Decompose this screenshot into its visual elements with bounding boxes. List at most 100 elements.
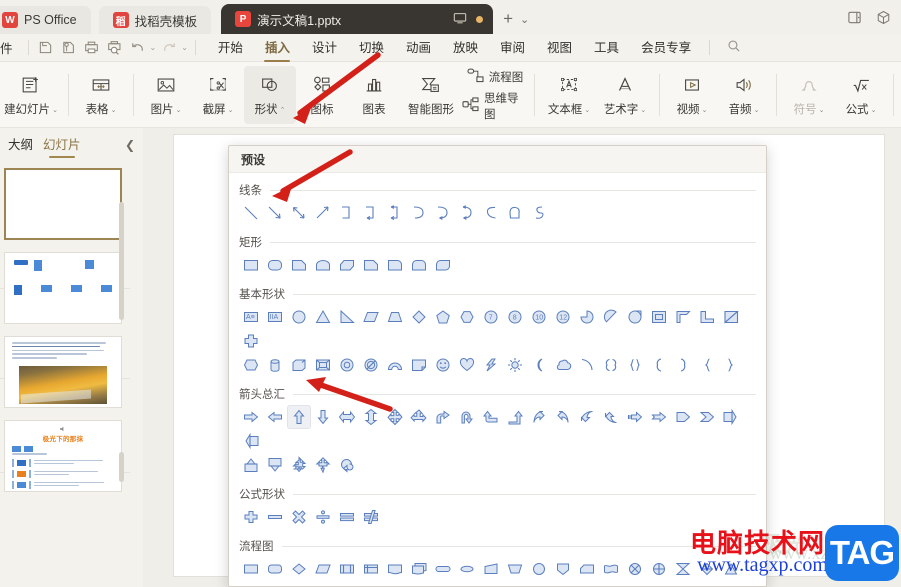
shape-regular-pentagon-plaque[interactable] [239,353,263,377]
shape-parallelogram[interactable] [359,305,383,329]
chevron-down-icon[interactable]: ⌄ [52,106,58,114]
shape-rounded-rectangle[interactable] [263,253,287,277]
shape-flowchart-terminator[interactable] [431,557,455,581]
shape-quad-arrow[interactable] [383,405,407,429]
shape-rectangle[interactable] [239,253,263,277]
ribbon-tab-tools[interactable]: 工具 [583,34,630,61]
shape-bent-up-arrow[interactable] [503,405,527,429]
shape-flowchart-manual-input[interactable] [479,557,503,581]
shape-right-brace[interactable] [719,353,743,377]
shape-octagon[interactable]: 8 [503,305,527,329]
ribbon-tab-membership[interactable]: 会员专享 [630,34,702,61]
shape-curved-arrow[interactable] [431,201,455,225]
shape-bevel[interactable] [311,353,335,377]
shape-minus-sign[interactable] [263,505,287,529]
shape-line[interactable] [239,201,263,225]
shape-multiply-sign[interactable] [287,505,311,529]
shape-left-brace[interactable] [695,353,719,377]
shape-double-bracket[interactable] [599,353,623,377]
shape-elbow-arrow[interactable] [359,201,383,225]
shape-left-right-up-arrow[interactable] [407,405,431,429]
shape-division-sign[interactable] [311,505,335,529]
shape-oval[interactable] [287,305,311,329]
shape-flowchart-punched-tape[interactable] [599,557,623,581]
shape-snip-round-single-corner-rectangle[interactable] [359,253,383,277]
video-button[interactable]: 视频 ⌄ [666,66,718,124]
shape-lightning-bolt[interactable] [479,353,503,377]
redo-icon[interactable] [159,38,179,58]
shape-quad-arrow-callout[interactable] [287,453,311,477]
shape-double-brace[interactable] [623,353,647,377]
shape-notched-right-arrow[interactable] [647,405,671,429]
shape-left-right-arrow[interactable] [335,405,359,429]
shape-curve[interactable] [479,201,503,225]
present-mode-icon[interactable] [453,11,467,28]
shape-decagon[interactable]: 10 [527,305,551,329]
print-preview-icon[interactable] [105,38,125,58]
chevron-down-icon[interactable]: ⌄ [871,106,877,114]
present-mode-icon[interactable] [847,10,862,28]
icons-button[interactable]: 图标 [296,66,348,124]
chevron-left-icon[interactable]: ❮ [125,138,135,152]
undo-icon[interactable] [128,38,148,58]
shape-equal-sign[interactable] [335,505,359,529]
shape-half-frame[interactable] [671,305,695,329]
shape-flowchart-connector[interactable] [527,557,551,581]
shape-flowchart-offpage-connector[interactable] [551,557,575,581]
formula-button[interactable]: 公式 ⌄ [835,66,887,124]
shape-left-up-arrow[interactable] [479,405,503,429]
shape-flowchart-merge[interactable] [239,581,263,586]
shape-flowchart-sort[interactable] [695,557,719,581]
shape-right-arrow-callout[interactable] [719,405,743,429]
shape-round-same-side-corner-rectangle[interactable] [407,253,431,277]
shape-down-arrow-callout[interactable] [263,453,287,477]
shape-curved-down-arrow[interactable] [599,405,623,429]
flowchart-button[interactable]: 流程图 [467,68,523,86]
shape-curved-left-arrow[interactable] [551,405,575,429]
shape-block-arc[interactable] [383,353,407,377]
tab-find-template[interactable]: 稻 找稻壳模板 [98,6,212,34]
shape-isosceles-triangle[interactable] [311,305,335,329]
mindmap-button[interactable]: 思维导图 [462,90,528,122]
shape-scribble[interactable] [527,201,551,225]
shape-text-box-shape[interactable]: A≡ [239,305,263,329]
shape-teardrop[interactable] [623,305,647,329]
chevron-down-icon[interactable]: ⌄ [111,106,117,114]
shape-moon[interactable] [527,353,551,377]
table-button[interactable]: 表格 ⌄ [75,66,127,124]
shape-up-down-arrow[interactable] [359,405,383,429]
shape-cloud[interactable] [551,353,575,377]
shape-can[interactable] [263,353,287,377]
chevron-up-icon[interactable]: ⌃ [280,106,286,114]
chevron-down-icon[interactable]: ⌄ [754,106,760,114]
shape-flowchart-predefined-process[interactable] [335,557,359,581]
chart-button[interactable]: 图表 [348,66,400,124]
shape-frame[interactable] [647,305,671,329]
new-tab-caret-icon[interactable]: ⌄ [520,13,529,26]
smartart-button[interactable]: 智能图形 [400,66,462,124]
shape-striped-right-arrow[interactable] [623,405,647,429]
ribbon-tab-start[interactable]: 开始 [207,34,254,61]
symbol-button[interactable]: 符号 ⌄ [783,66,835,124]
shape-folded-corner[interactable] [407,353,431,377]
shape-diagonal-stripe[interactable] [719,305,743,329]
shapes-gallery-flyout[interactable]: 预设 线条 矩形 基本形状 A≡ IIA 7 8 10 12 箭头总汇 公式形状… [228,145,767,587]
shape-flowchart-collate[interactable] [671,557,695,581]
search-icon[interactable] [727,39,741,56]
thumbnail-scrollbar-secondary[interactable] [119,452,124,482]
shape-hexagon[interactable] [455,305,479,329]
print-icon[interactable] [82,38,102,58]
shape-flowchart-internal-storage[interactable] [359,557,383,581]
shape-u-turn-arrow[interactable] [455,405,479,429]
shape-circular-arrow[interactable] [335,453,359,477]
shapes-button[interactable]: 形状 ⌃ [244,65,296,124]
sidebar-tab-outline[interactable]: 大纲 [8,134,33,157]
shape-pie[interactable] [575,305,599,329]
sidebar-tab-slides[interactable]: 幻灯片 [43,134,81,157]
shape-left-bracket[interactable] [647,353,671,377]
ribbon-tab-view[interactable]: 视图 [536,34,583,61]
shape-flowchart-summing-junction[interactable] [623,557,647,581]
more-caret-icon[interactable]: ⌄ [181,43,188,52]
textbox-button[interactable]: 文本框 ⌄ [541,66,597,124]
shape-diamond[interactable] [407,305,431,329]
